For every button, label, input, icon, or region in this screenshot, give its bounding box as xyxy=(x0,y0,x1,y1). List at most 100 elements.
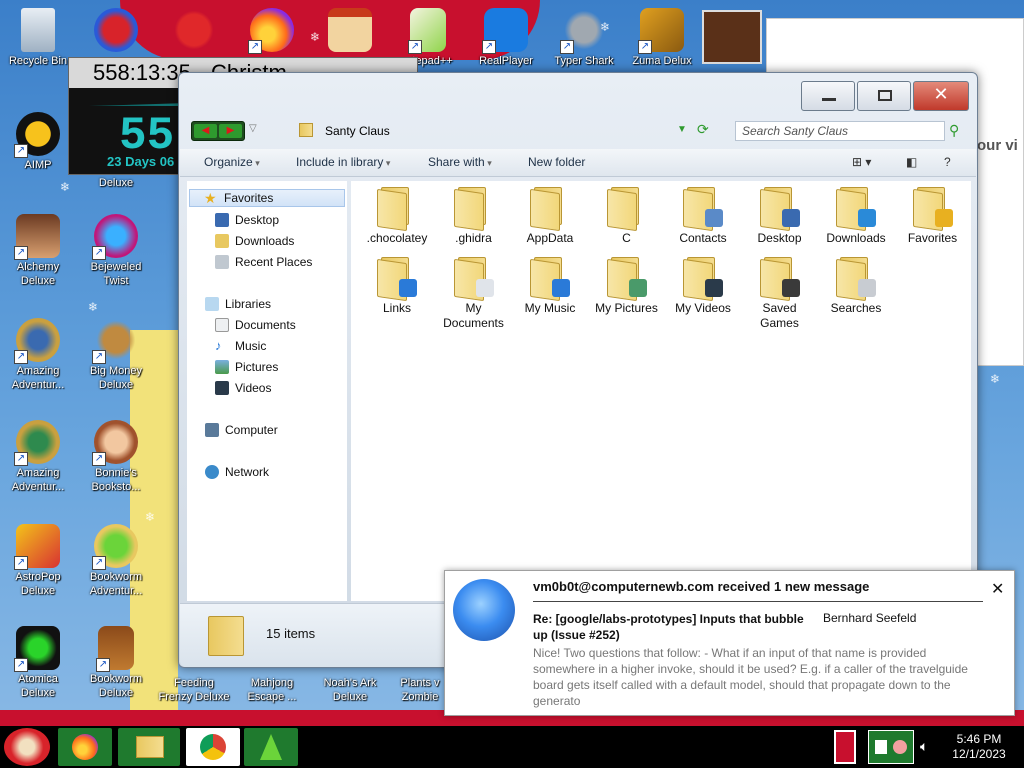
desktop-icon-bejeweled-twist[interactable]: ↗ Bejeweled Twist xyxy=(78,214,154,288)
new-mail-notification[interactable]: vm0b0t@computernewb.com received 1 new m… xyxy=(444,570,1015,716)
desktop-icon-atomica[interactable]: ↗ Atomica Deluxe xyxy=(0,626,76,700)
nav-recent-places[interactable]: Recent Places xyxy=(215,253,312,271)
music-icon: ♪ xyxy=(215,338,222,353)
taskbar-tree-app[interactable] xyxy=(244,728,298,766)
desktop-icon-realplayer[interactable]: ↗ RealPlayer xyxy=(468,8,544,68)
blank-window-thumbnail[interactable] xyxy=(702,10,762,64)
recent-pages-dropdown-icon[interactable]: ▽ xyxy=(249,123,257,134)
nav-label: Pictures xyxy=(235,360,279,374)
mail-preview: Nice! Two questions that follow: - What … xyxy=(533,646,968,708)
mail-subject[interactable]: Re: [google/labs-prototypes] Inputs that… xyxy=(533,611,813,643)
desktop-icon-bookworm-deluxe[interactable]: ↗ Bookworm Deluxe xyxy=(78,626,154,700)
back-forward-buttons[interactable]: ◀ ▶ xyxy=(191,121,245,141)
taskbar-firefox[interactable] xyxy=(58,728,112,766)
folder-label: Downloads xyxy=(826,231,886,245)
folder-item[interactable]: Searches xyxy=(818,255,894,316)
desktop-icon-noahs-ark[interactable]: Noah's Ark Deluxe xyxy=(312,676,388,704)
desktop-icon-label: Amazing Adventur... xyxy=(11,365,65,391)
search-icon[interactable]: ⚲ xyxy=(949,122,959,139)
desktop-icon-mahjong-escape[interactable]: Mahjong Escape ... xyxy=(234,676,310,704)
forward-arrow-icon[interactable]: ▶ xyxy=(219,124,242,138)
desktop-icon-torii[interactable] xyxy=(312,8,388,54)
star-icon: ★ xyxy=(204,190,217,206)
taskbar-chrome[interactable] xyxy=(186,728,240,766)
desktop-icon-astropop[interactable]: ↗ AstroPop Deluxe xyxy=(0,524,76,598)
nav-downloads[interactable]: Downloads xyxy=(215,232,294,250)
countdown-days: 23 Days 06 xyxy=(107,154,175,169)
folder-item[interactable]: .ghidra xyxy=(436,185,512,246)
nav-favorites[interactable]: ★ Favorites xyxy=(189,189,345,207)
folder-item[interactable]: Links xyxy=(359,255,435,316)
desktop-icon-red-creature[interactable] xyxy=(156,8,232,54)
folder-item[interactable]: Contacts xyxy=(665,185,741,246)
nav-network[interactable]: Network xyxy=(205,463,269,481)
desktop-icon-zuma-deluxe[interactable]: ↗ Zuma Delux xyxy=(624,8,700,68)
desktop-icon-label: Mahjong Escape ... xyxy=(247,677,297,703)
folder-item[interactable]: C xyxy=(589,185,665,246)
address-path[interactable]: Santy Claus ▼ ⟳ xyxy=(287,119,727,143)
computer-icon xyxy=(205,423,219,437)
folder-item[interactable]: My Pictures xyxy=(589,255,665,316)
maximize-button[interactable] xyxy=(857,81,911,111)
preview-pane-icon[interactable]: ◧ xyxy=(906,155,917,169)
back-arrow-icon[interactable]: ◀ xyxy=(194,124,217,138)
folder-item[interactable]: My Music xyxy=(512,255,588,316)
globe-icon: ↗ xyxy=(14,420,60,466)
folder-label: My Documents xyxy=(443,301,504,330)
tray-icons[interactable] xyxy=(868,730,914,764)
desktop-icon-alchemy-deluxe[interactable]: ↗ Alchemy Deluxe xyxy=(0,214,76,288)
desktop-icon-amazing-adventures-1[interactable]: ↗ Amazing Adventur... xyxy=(0,318,76,392)
desktop-icon-big-money[interactable]: ↗ Big Money Deluxe xyxy=(78,318,154,392)
notification-header: vm0b0t@computernewb.com received 1 new m… xyxy=(533,579,870,594)
nav-documents[interactable]: Documents xyxy=(215,316,296,334)
nav-videos[interactable]: Videos xyxy=(215,379,271,397)
desktop-icon-amazing-adventures-2[interactable]: ↗ Amazing Adventur... xyxy=(0,420,76,494)
folder-item[interactable]: My Videos xyxy=(665,255,741,316)
folder-item[interactable]: My Documents xyxy=(436,255,512,331)
path-dropdown-icon[interactable]: ▼ xyxy=(677,124,687,135)
taskbar-explorer[interactable] xyxy=(118,728,180,766)
start-button[interactable] xyxy=(4,728,50,766)
desktop-icon-feeding-frenzy[interactable]: Feeding Frenzy Deluxe xyxy=(156,676,232,704)
desktop-icon-plants-vs-zombies[interactable]: Plants v Zombie xyxy=(390,676,450,704)
help-icon[interactable]: ? xyxy=(944,155,951,169)
nav-libraries[interactable]: Libraries xyxy=(205,295,271,313)
minimize-button[interactable] xyxy=(801,81,855,111)
folder-item[interactable]: Saved Games xyxy=(742,255,818,331)
system-clock[interactable]: 5:46 PM 12/1/2023 xyxy=(944,732,1014,762)
desktop-icon-game-2[interactable] xyxy=(78,8,154,54)
volume-icon[interactable]: 🔈︎ xyxy=(920,738,928,755)
desktop-icon-typer-shark[interactable]: ↗ Typer Shark xyxy=(546,8,622,68)
folder-item[interactable]: Desktop xyxy=(742,185,818,246)
desktop-icon-bonnies-bookstore[interactable]: ↗ Bonnie's Booksto... xyxy=(78,420,154,494)
close-icon: ✕ xyxy=(933,84,949,104)
search-input[interactable]: Search Santy Claus xyxy=(735,121,945,141)
folder-item[interactable]: Favorites xyxy=(895,185,971,246)
new-folder-button[interactable]: New folder xyxy=(528,155,585,169)
snowflake: ❄ xyxy=(990,372,1001,386)
folder-item[interactable]: AppData xyxy=(512,185,588,246)
organize-button[interactable]: Organize xyxy=(204,155,260,169)
red-creature-icon xyxy=(172,8,216,52)
desktop-icon-deluxe-partial[interactable]: Deluxe xyxy=(78,176,154,192)
nav-desktop[interactable]: Desktop xyxy=(215,211,279,229)
desktop-icon-aimp[interactable]: ↗ AIMP xyxy=(0,112,76,172)
folder-icon xyxy=(836,255,876,302)
close-notification-icon[interactable]: ✕ xyxy=(991,579,1004,599)
tray-flag[interactable] xyxy=(834,730,856,764)
desktop-icon-recycle-bin[interactable]: Recycle Bin xyxy=(0,8,76,68)
nav-computer[interactable]: Computer xyxy=(205,421,278,439)
share-with-button[interactable]: Share with xyxy=(428,155,492,169)
nav-music[interactable]: ♪ Music xyxy=(215,337,266,355)
desktop-icon-bookworm-adventures[interactable]: ↗ Bookworm Adventur... xyxy=(78,524,154,598)
nav-label: Libraries xyxy=(225,297,272,311)
libraries-icon xyxy=(205,297,219,311)
view-options-icon[interactable]: ⊞ ▾ xyxy=(852,155,871,169)
close-button[interactable]: ✕ xyxy=(913,81,969,111)
nav-pictures[interactable]: Pictures xyxy=(215,358,278,376)
refresh-icon[interactable]: ⟳ xyxy=(697,121,709,138)
desktop-icon-firefox[interactable]: ↗ xyxy=(234,8,310,54)
folder-item[interactable]: .chocolatey xyxy=(359,185,435,246)
folder-item[interactable]: Downloads xyxy=(818,185,894,246)
include-in-library-button[interactable]: Include in library xyxy=(296,155,390,169)
